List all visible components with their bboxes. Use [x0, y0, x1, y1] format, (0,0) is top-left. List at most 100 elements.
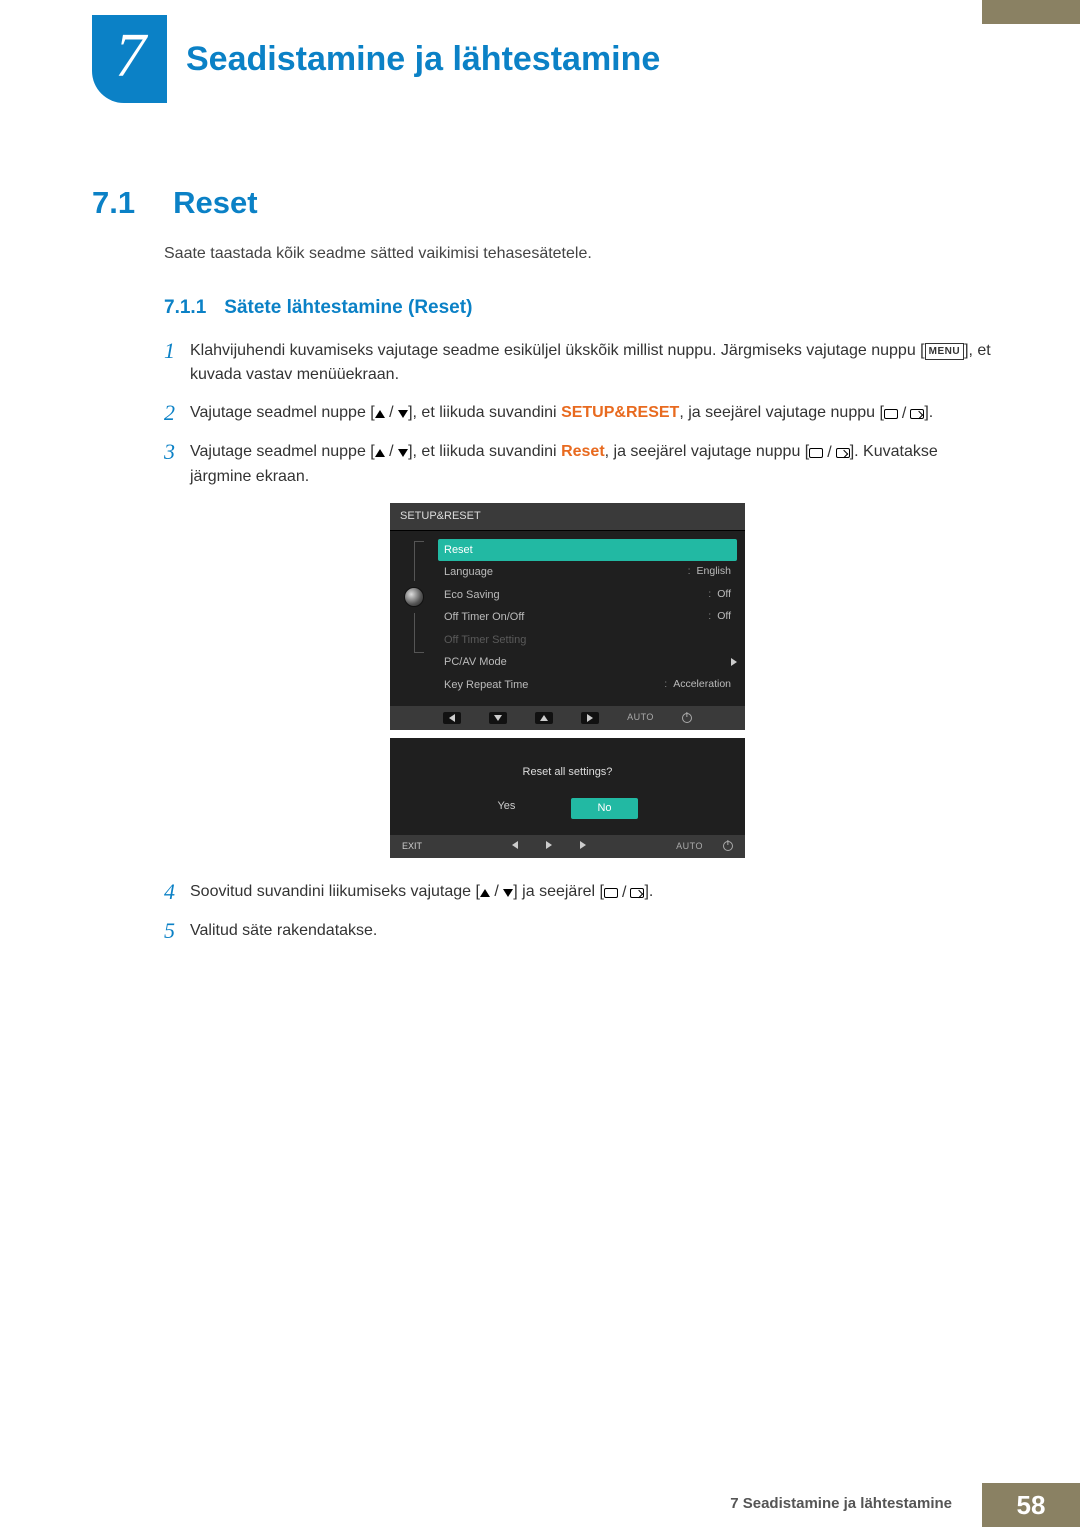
step-text: Klahvijuhendi kuvamiseks vajutage seadme… — [190, 339, 992, 387]
dialog-no-selected: No — [571, 798, 637, 819]
top-corner-band — [982, 0, 1080, 24]
source-enter-icon: / — [604, 881, 644, 905]
triangle-up-icon — [375, 410, 385, 418]
label: Off Timer Setting — [444, 632, 526, 649]
source-enter-icon: / — [884, 402, 924, 426]
step-2: 2 Vajutage seadmel nuppe [ / ], et liiku… — [164, 401, 992, 426]
section-title: Reset — [173, 185, 257, 221]
nav-right-icon — [546, 840, 552, 854]
osd-menu-list: Reset Language:English Eco Saving:Off Of… — [438, 539, 737, 697]
power-icon — [723, 841, 733, 851]
section-number: 7.1 — [92, 185, 135, 221]
nav-up-icon — [535, 712, 553, 724]
text: ]. — [924, 404, 933, 421]
text: ], et liikuda suvandini — [408, 404, 561, 421]
chapter-number: 7 — [115, 21, 144, 92]
step-text: Vajutage seadmel nuppe [ / ], et liikuda… — [190, 440, 992, 866]
triangle-down-icon — [398, 449, 408, 457]
triangle-up-icon — [375, 449, 385, 457]
menu-button-icon: MENU — [925, 343, 964, 360]
label: Language — [444, 564, 493, 581]
step-number: 5 — [164, 919, 190, 943]
subsection-number: 7.1.1 — [164, 297, 206, 319]
page-content: 7.1 Reset Saate taastada kõik seadme sät… — [92, 185, 992, 957]
step-number: 1 — [164, 339, 190, 387]
text: Klahvijuhendi kuvamiseks vajutage seadme… — [190, 342, 925, 359]
dialog-yes: Yes — [497, 798, 515, 819]
step-3: 3 Vajutage seadmel nuppe [ / ], et liiku… — [164, 440, 992, 866]
text: ] ja seejärel [ — [513, 883, 604, 900]
text: , ja seejärel vajutage nuppu [ — [679, 404, 884, 421]
chapter-title: Seadistamine ja lähtestamine — [186, 40, 660, 79]
step-number: 4 — [164, 880, 190, 905]
text: , ja seejärel vajutage nuppu [ — [605, 443, 810, 460]
nav-exit-label: EXIT — [402, 840, 422, 854]
step-text: Valitud säte rakendatakse. — [190, 919, 377, 943]
label: Eco Saving — [444, 587, 500, 604]
nav-auto-label: AUTO — [676, 840, 703, 854]
triangle-down-icon — [398, 410, 408, 418]
page-footer: 7 Seadistamine ja lähtestamine 58 — [0, 1483, 1080, 1527]
value: Off — [717, 609, 731, 625]
subsection-title: Sätete lähtestamine (Reset) — [224, 297, 472, 319]
nav-left-icon — [443, 712, 461, 724]
power-icon — [682, 713, 692, 723]
nav-right-icon — [581, 712, 599, 724]
text: ], et liikuda suvandini — [408, 443, 561, 460]
steps-list: 1 Klahvijuhendi kuvamiseks vajutage sead… — [164, 339, 992, 943]
knob-icon — [404, 587, 424, 607]
osd-item-offtimer: Off Timer On/Off:Off — [438, 606, 737, 629]
value: Off — [717, 587, 731, 603]
osd-item-reset: Reset — [438, 539, 737, 562]
step-5: 5 Valitud säte rakendatakse. — [164, 919, 992, 943]
osd-item-keyrepeat: Key Repeat Time:Acceleration — [438, 674, 737, 697]
footer-page-number: 58 — [982, 1483, 1080, 1527]
text: ]. — [644, 883, 653, 900]
osd-menu: SETUP&RESET Reset Language:English Eco S… — [390, 503, 745, 730]
text: Vajutage seadmel nuppe [ — [190, 404, 375, 421]
osd-item-eco: Eco Saving:Off — [438, 584, 737, 607]
text: Soovitud suvandini liikumiseks vajutage … — [190, 883, 480, 900]
triangle-down-icon — [503, 889, 513, 897]
triangle-up-icon — [480, 889, 490, 897]
step-1: 1 Klahvijuhendi kuvamiseks vajutage sead… — [164, 339, 992, 387]
dialog-nav-bar: EXIT AUTO — [390, 835, 745, 859]
osd-reset-dialog: Reset all settings? Yes No EXIT — [390, 738, 745, 859]
label: Off Timer On/Off — [444, 609, 524, 626]
osd-left-indicator — [398, 539, 430, 697]
step-4: 4 Soovitud suvandini liikumiseks vajutag… — [164, 880, 992, 905]
dialog-options: Yes No — [390, 798, 745, 819]
osd-illustration: SETUP&RESET Reset Language:English Eco S… — [390, 503, 992, 858]
chapter-number-tab: 7 — [92, 15, 167, 103]
triangle-right-icon — [731, 658, 737, 666]
osd-item-pcav: PC/AV Mode — [438, 651, 737, 674]
dialog-question: Reset all settings? — [390, 764, 745, 781]
nav-left-icon — [512, 840, 518, 854]
section-intro: Saate taastada kõik seadme sätted vaikim… — [164, 245, 992, 263]
osd-body: Reset Language:English Eco Saving:Off Of… — [390, 531, 745, 707]
highlight: Reset — [561, 443, 605, 460]
label: Key Repeat Time — [444, 677, 528, 694]
value: Acceleration — [673, 677, 731, 693]
section-heading: 7.1 Reset — [92, 185, 992, 221]
label: Reset — [444, 542, 473, 559]
subsection-heading: 7.1.1 Sätete lähtestamine (Reset) — [164, 297, 992, 319]
value: English — [697, 564, 731, 580]
step-text: Vajutage seadmel nuppe [ / ], et liikuda… — [190, 401, 933, 426]
osd-nav-bar: AUTO — [390, 706, 745, 730]
footer-chapter-label: 7 Seadistamine ja lähtestamine — [730, 1495, 952, 1512]
text: Vajutage seadmel nuppe [ — [190, 443, 375, 460]
label: PC/AV Mode — [444, 654, 507, 671]
osd-header: SETUP&RESET — [390, 503, 745, 531]
dialog-body: Reset all settings? Yes No — [390, 738, 745, 835]
step-number: 2 — [164, 401, 190, 426]
step-number: 3 — [164, 440, 190, 866]
nav-right-icon — [580, 840, 586, 854]
nav-auto-label: AUTO — [627, 711, 654, 725]
highlight: SETUP&RESET — [561, 404, 679, 421]
step-text: Soovitud suvandini liikumiseks vajutage … — [190, 880, 653, 905]
nav-down-icon — [489, 712, 507, 724]
osd-item-offtimer-setting: Off Timer Setting — [438, 629, 737, 652]
source-enter-icon: / — [809, 441, 849, 465]
osd-item-language: Language:English — [438, 561, 737, 584]
